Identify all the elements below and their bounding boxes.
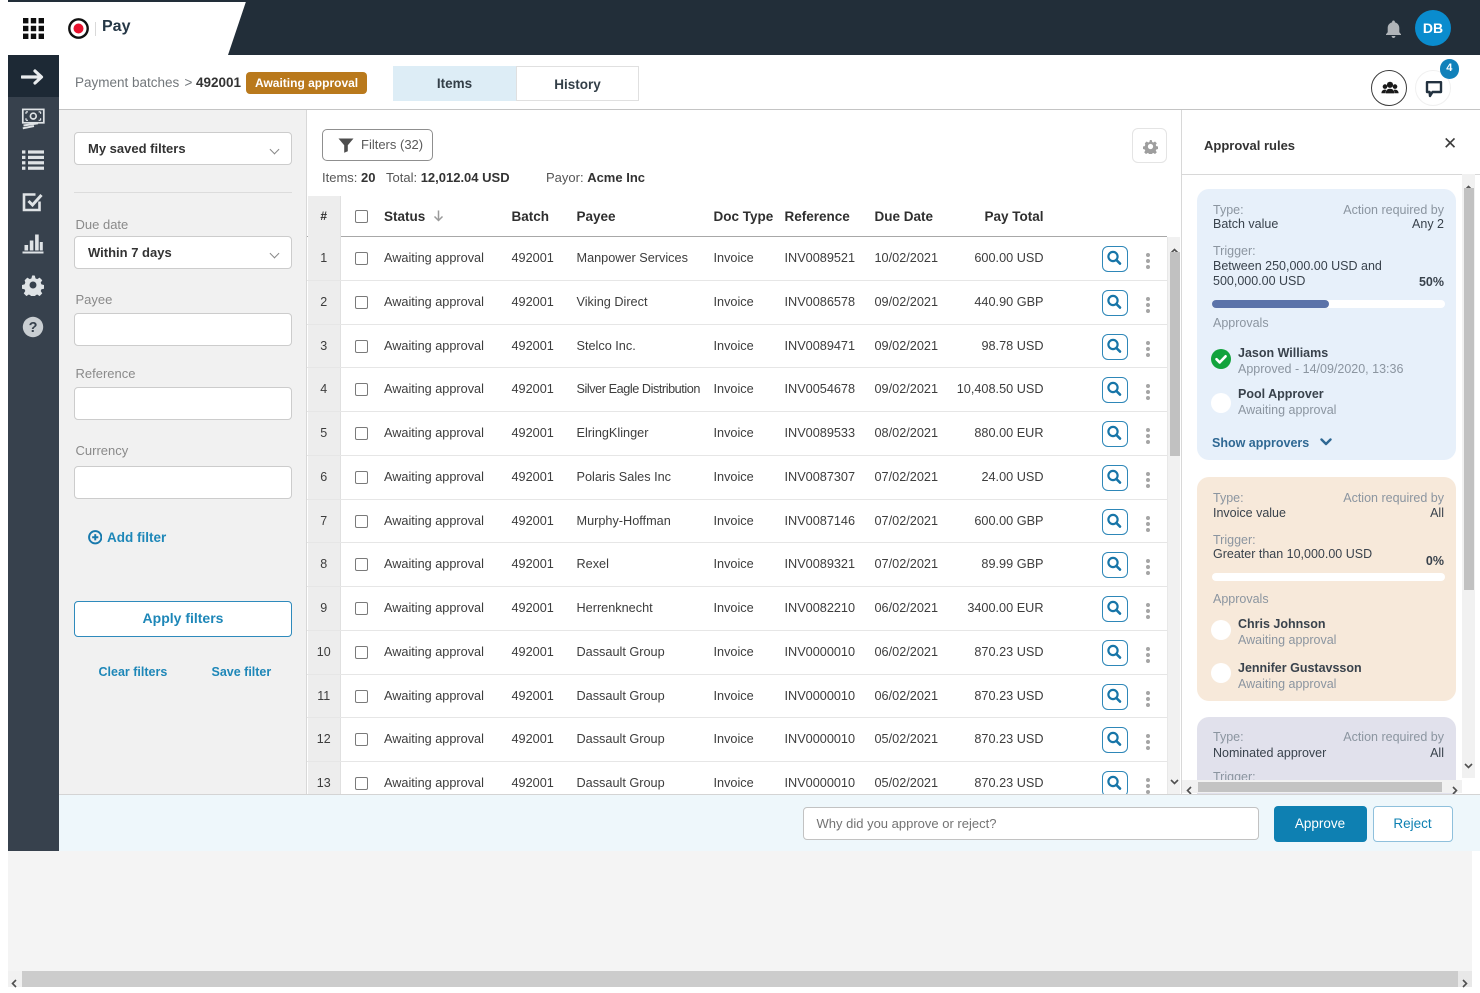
svg-text:?: ? — [29, 320, 38, 336]
